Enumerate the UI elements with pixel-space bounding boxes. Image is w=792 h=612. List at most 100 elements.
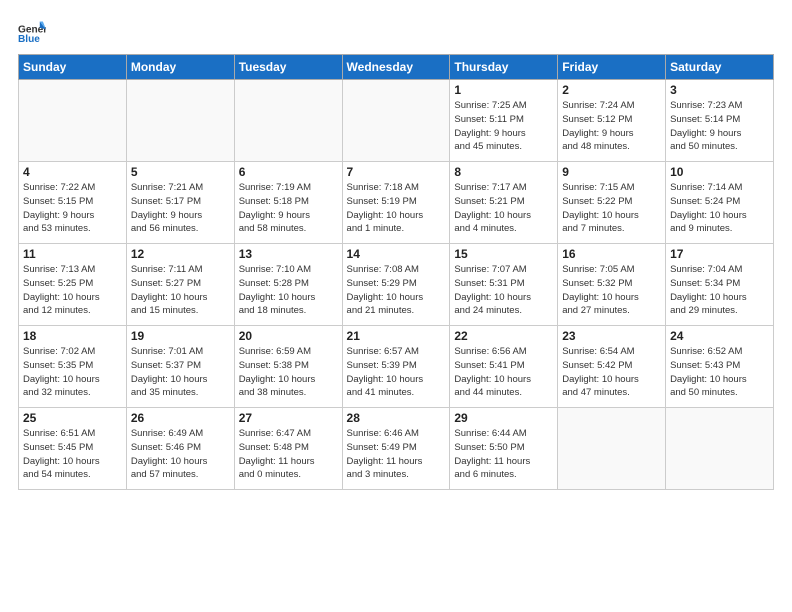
calendar-cell: 20 Sunrise: 6:59 AM Sunset: 5:38 PM Dayli…: [234, 326, 342, 408]
weekday-header-tuesday: Tuesday: [234, 55, 342, 80]
day-number: 18: [23, 329, 122, 343]
calendar-cell: 1 Sunrise: 7:25 AM Sunset: 5:11 PM Daylig…: [450, 80, 558, 162]
day-info: Sunrise: 6:56 AM Sunset: 5:41 PM Dayligh…: [454, 345, 553, 400]
day-info: Sunrise: 7:24 AM Sunset: 5:12 PM Dayligh…: [562, 99, 661, 154]
calendar-cell: 5 Sunrise: 7:21 AM Sunset: 5:17 PM Daylig…: [126, 162, 234, 244]
day-number: 1: [454, 83, 553, 97]
day-number: 5: [131, 165, 230, 179]
calendar-week-row: 11 Sunrise: 7:13 AM Sunset: 5:25 PM Dayli…: [19, 244, 774, 326]
day-number: 11: [23, 247, 122, 261]
calendar-cell: 27Sunrise: 6:47 AM Sunset: 5:48 PM Dayli…: [234, 408, 342, 490]
day-info: Sunrise: 7:17 AM Sunset: 5:21 PM Dayligh…: [454, 181, 553, 236]
day-info: Sunrise: 7:25 AM Sunset: 5:11 PM Dayligh…: [454, 99, 553, 154]
day-info: Sunrise: 7:05 AM Sunset: 5:32 PM Dayligh…: [562, 263, 661, 318]
calendar-cell: 12 Sunrise: 7:11 AM Sunset: 5:27 PM Dayli…: [126, 244, 234, 326]
day-number: 16: [562, 247, 661, 261]
day-info: Sunrise: 7:08 AM Sunset: 5:29 PM Dayligh…: [347, 263, 446, 318]
calendar-cell: 4 Sunrise: 7:22 AM Sunset: 5:15 PM Daylig…: [19, 162, 127, 244]
day-info: Sunrise: 7:18 AM Sunset: 5:19 PM Dayligh…: [347, 181, 446, 236]
weekday-header-saturday: Saturday: [666, 55, 774, 80]
calendar-cell: 9 Sunrise: 7:15 AM Sunset: 5:22 PM Daylig…: [558, 162, 666, 244]
calendar-cell: [126, 80, 234, 162]
day-number: 20: [239, 329, 338, 343]
day-number: 25: [23, 411, 122, 425]
calendar-cell: 19 Sunrise: 7:01 AM Sunset: 5:37 PM Dayli…: [126, 326, 234, 408]
day-info: Sunrise: 7:02 AM Sunset: 5:35 PM Dayligh…: [23, 345, 122, 400]
calendar-cell: 18 Sunrise: 7:02 AM Sunset: 5:35 PM Dayli…: [19, 326, 127, 408]
day-number: 28: [347, 411, 446, 425]
weekday-header-wednesday: Wednesday: [342, 55, 450, 80]
day-number: 12: [131, 247, 230, 261]
day-info: Sunrise: 7:15 AM Sunset: 5:22 PM Dayligh…: [562, 181, 661, 236]
day-info: Sunrise: 7:01 AM Sunset: 5:37 PM Dayligh…: [131, 345, 230, 400]
header: General Blue: [18, 16, 774, 48]
day-number: 24: [670, 329, 769, 343]
day-number: 26: [131, 411, 230, 425]
calendar-cell: 11 Sunrise: 7:13 AM Sunset: 5:25 PM Dayli…: [19, 244, 127, 326]
calendar-cell: 24 Sunrise: 6:52 AM Sunset: 5:43 PM Dayli…: [666, 326, 774, 408]
calendar-week-row: 25 Sunrise: 6:51 AM Sunset: 5:45 PM Dayli…: [19, 408, 774, 490]
calendar-cell: 28 Sunrise: 6:46 AM Sunset: 5:49 PM Dayli…: [342, 408, 450, 490]
day-number: 23: [562, 329, 661, 343]
calendar-cell: 6Sunrise: 7:19 AM Sunset: 5:18 PM Daylig…: [234, 162, 342, 244]
weekday-header-monday: Monday: [126, 55, 234, 80]
calendar-cell: 2 Sunrise: 7:24 AM Sunset: 5:12 PM Daylig…: [558, 80, 666, 162]
calendar-cell: 3 Sunrise: 7:23 AM Sunset: 5:14 PM Daylig…: [666, 80, 774, 162]
day-info: Sunrise: 7:14 AM Sunset: 5:24 PM Dayligh…: [670, 181, 769, 236]
day-info: Sunrise: 7:22 AM Sunset: 5:15 PM Dayligh…: [23, 181, 122, 236]
calendar-cell: 15 Sunrise: 7:07 AM Sunset: 5:31 PM Dayli…: [450, 244, 558, 326]
day-number: 8: [454, 165, 553, 179]
day-info: Sunrise: 7:13 AM Sunset: 5:25 PM Dayligh…: [23, 263, 122, 318]
logo: General Blue: [18, 20, 46, 48]
day-number: 15: [454, 247, 553, 261]
day-number: 29: [454, 411, 553, 425]
day-info: Sunrise: 6:57 AM Sunset: 5:39 PM Dayligh…: [347, 345, 446, 400]
calendar-cell: 25 Sunrise: 6:51 AM Sunset: 5:45 PM Dayli…: [19, 408, 127, 490]
day-number: 3: [670, 83, 769, 97]
weekday-header-friday: Friday: [558, 55, 666, 80]
day-number: 17: [670, 247, 769, 261]
day-info: Sunrise: 6:59 AM Sunset: 5:38 PM Dayligh…: [239, 345, 338, 400]
calendar-cell: 21Sunrise: 6:57 AM Sunset: 5:39 PM Dayli…: [342, 326, 450, 408]
calendar-cell: 16 Sunrise: 7:05 AM Sunset: 5:32 PM Dayli…: [558, 244, 666, 326]
calendar-week-row: 4 Sunrise: 7:22 AM Sunset: 5:15 PM Daylig…: [19, 162, 774, 244]
calendar-cell: [342, 80, 450, 162]
weekday-header-sunday: Sunday: [19, 55, 127, 80]
day-number: 22: [454, 329, 553, 343]
day-number: 4: [23, 165, 122, 179]
calendar-cell: 13 Sunrise: 7:10 AM Sunset: 5:28 PM Dayli…: [234, 244, 342, 326]
day-number: 13: [239, 247, 338, 261]
calendar-cell: 29 Sunrise: 6:44 AM Sunset: 5:50 PM Dayli…: [450, 408, 558, 490]
day-info: Sunrise: 6:46 AM Sunset: 5:49 PM Dayligh…: [347, 427, 446, 482]
day-number: 2: [562, 83, 661, 97]
day-info: Sunrise: 6:52 AM Sunset: 5:43 PM Dayligh…: [670, 345, 769, 400]
day-info: Sunrise: 7:19 AM Sunset: 5:18 PM Dayligh…: [239, 181, 338, 236]
calendar-cell: [234, 80, 342, 162]
day-info: Sunrise: 7:10 AM Sunset: 5:28 PM Dayligh…: [239, 263, 338, 318]
calendar-cell: 10Sunrise: 7:14 AM Sunset: 5:24 PM Dayli…: [666, 162, 774, 244]
calendar-cell: 22 Sunrise: 6:56 AM Sunset: 5:41 PM Dayli…: [450, 326, 558, 408]
day-info: Sunrise: 6:47 AM Sunset: 5:48 PM Dayligh…: [239, 427, 338, 482]
day-number: 19: [131, 329, 230, 343]
day-info: Sunrise: 7:04 AM Sunset: 5:34 PM Dayligh…: [670, 263, 769, 318]
svg-text:Blue: Blue: [18, 34, 40, 45]
calendar-cell: 7 Sunrise: 7:18 AM Sunset: 5:19 PM Daylig…: [342, 162, 450, 244]
day-info: Sunrise: 7:21 AM Sunset: 5:17 PM Dayligh…: [131, 181, 230, 236]
weekday-header-row: SundayMondayTuesdayWednesdayThursdayFrid…: [19, 55, 774, 80]
day-info: Sunrise: 7:07 AM Sunset: 5:31 PM Dayligh…: [454, 263, 553, 318]
calendar-cell: 26Sunrise: 6:49 AM Sunset: 5:46 PM Dayli…: [126, 408, 234, 490]
day-info: Sunrise: 6:51 AM Sunset: 5:45 PM Dayligh…: [23, 427, 122, 482]
day-info: Sunrise: 7:23 AM Sunset: 5:14 PM Dayligh…: [670, 99, 769, 154]
calendar-cell: 14Sunrise: 7:08 AM Sunset: 5:29 PM Dayli…: [342, 244, 450, 326]
day-number: 7: [347, 165, 446, 179]
calendar-cell: [558, 408, 666, 490]
calendar-week-row: 1 Sunrise: 7:25 AM Sunset: 5:11 PM Daylig…: [19, 80, 774, 162]
day-info: Sunrise: 6:54 AM Sunset: 5:42 PM Dayligh…: [562, 345, 661, 400]
calendar-cell: 8 Sunrise: 7:17 AM Sunset: 5:21 PM Daylig…: [450, 162, 558, 244]
day-info: Sunrise: 7:11 AM Sunset: 5:27 PM Dayligh…: [131, 263, 230, 318]
calendar-cell: [19, 80, 127, 162]
weekday-header-thursday: Thursday: [450, 55, 558, 80]
day-info: Sunrise: 6:44 AM Sunset: 5:50 PM Dayligh…: [454, 427, 553, 482]
day-number: 9: [562, 165, 661, 179]
calendar: SundayMondayTuesdayWednesdayThursdayFrid…: [18, 54, 774, 490]
